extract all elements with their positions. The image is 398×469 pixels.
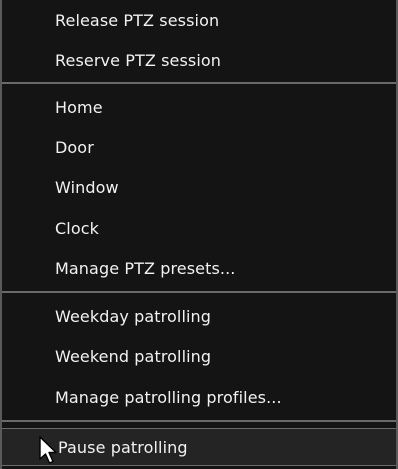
menu-item-reserve-ptz-session[interactable]: Reserve PTZ session	[2, 42, 396, 78]
menu-item-label: Window	[55, 177, 119, 197]
ptz-context-menu: Release PTZ session Reserve PTZ session …	[0, 0, 398, 469]
menu-item-manage-ptz-presets[interactable]: Manage PTZ presets...	[2, 250, 396, 286]
menu-item-weekend-patrolling[interactable]: Weekend patrolling	[2, 338, 396, 374]
menu-item-label: Manage PTZ presets...	[55, 258, 236, 278]
menu-item-window[interactable]: Window	[2, 169, 396, 205]
menu-item-label: Door	[55, 137, 94, 157]
menu-item-label: Weekday patrolling	[55, 306, 212, 326]
menu-item-door[interactable]: Door	[2, 129, 396, 165]
menu-item-label: Home	[55, 97, 103, 117]
menu-item-label: Clock	[55, 218, 99, 238]
menu-item-home[interactable]: Home	[2, 89, 396, 125]
menu-separator	[2, 291, 396, 293]
mouse-pointer-icon	[39, 436, 57, 464]
menu-item-label: Pause patrolling	[58, 437, 188, 457]
menu-item-manage-patrolling-profiles[interactable]: Manage patrolling profiles...	[2, 379, 396, 415]
menu-item-label: Weekend patrolling	[55, 346, 212, 366]
menu-item-label: Manage patrolling profiles...	[55, 387, 282, 407]
menu-item-label: Reserve PTZ session	[55, 50, 221, 70]
menu-item-weekday-patrolling[interactable]: Weekday patrolling	[2, 298, 396, 334]
menu-item-pause-patrolling[interactable]: Pause patrolling	[2, 428, 396, 466]
menu-item-label: Release PTZ session	[55, 10, 220, 30]
menu-separator	[2, 420, 396, 422]
menu-item-clock[interactable]: Clock	[2, 210, 396, 246]
menu-item-release-ptz-session[interactable]: Release PTZ session	[2, 2, 396, 38]
menu-separator	[2, 82, 396, 84]
